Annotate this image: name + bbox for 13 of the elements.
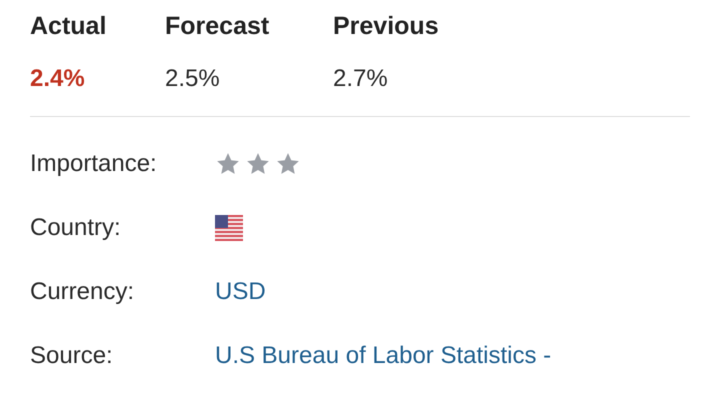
detail-link[interactable]: U.S Bureau of Labor Statistics - bbox=[215, 342, 552, 369]
detail-label: Currency: bbox=[30, 277, 136, 307]
us-flag-icon bbox=[215, 215, 243, 241]
detail-label: Importance: bbox=[30, 149, 158, 179]
stat-value: 2.5% bbox=[165, 64, 221, 94]
stat-value: 2.7% bbox=[333, 64, 389, 94]
stat-label: Forecast bbox=[165, 11, 270, 42]
detail-link[interactable]: USD bbox=[215, 278, 266, 305]
stat-label: Previous bbox=[333, 11, 440, 42]
detail-label: Source: bbox=[30, 341, 114, 371]
detail-label: Country: bbox=[30, 213, 122, 243]
stat-value: 2.4% bbox=[30, 64, 86, 94]
stat-label: Actual bbox=[30, 11, 108, 42]
